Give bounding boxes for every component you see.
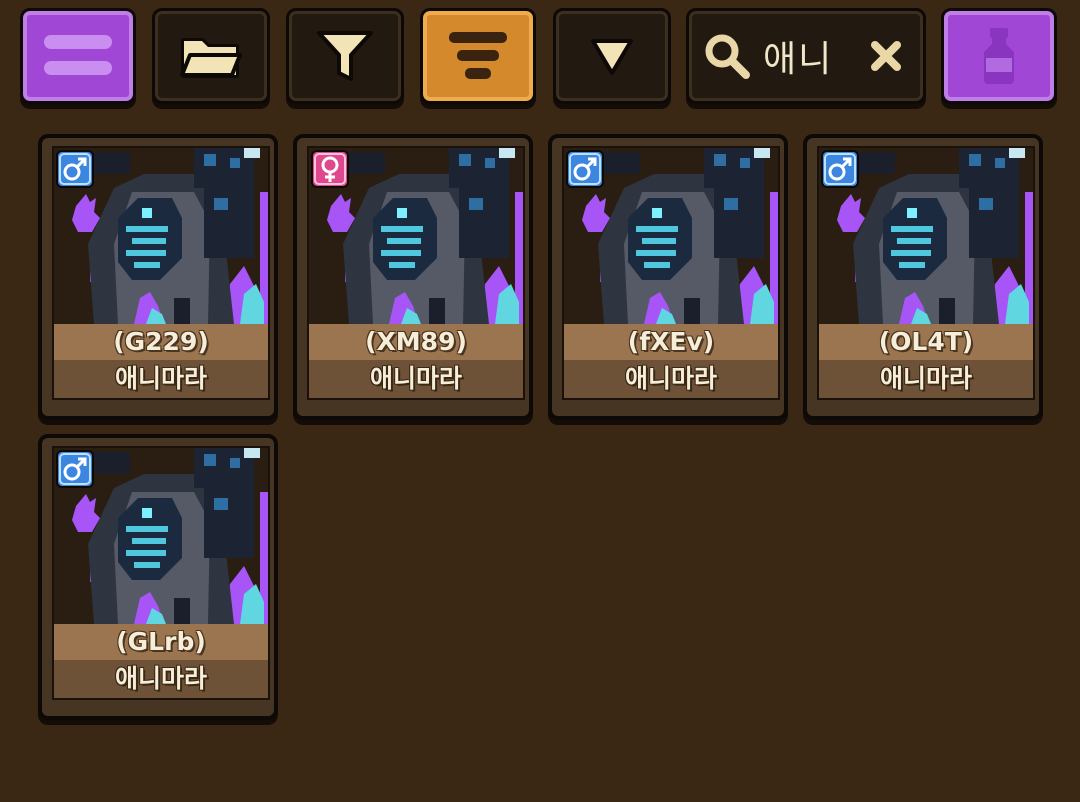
male-icon <box>566 150 604 188</box>
creature-id-label: (OL4T) <box>819 324 1033 360</box>
creature-card[interactable]: (OL4T) 애니마라 <box>803 134 1043 420</box>
creature-id-label: (G229) <box>54 324 268 360</box>
search-input[interactable]: 애니 <box>763 30 863 82</box>
creature-id-label: (GLrb) <box>54 624 268 660</box>
male-icon <box>821 150 859 188</box>
sort-icon <box>449 32 507 79</box>
male-icon <box>56 450 94 488</box>
creature-id-label: (XM89) <box>309 324 523 360</box>
card-frame: (OL4T) 애니마라 <box>817 146 1035 400</box>
creature-card[interactable]: (fXEv) 애니마라 <box>548 134 788 420</box>
male-icon <box>56 150 94 188</box>
creature-name-label: 애니마라 <box>819 360 1033 398</box>
creature-name-label: 애니마라 <box>54 660 268 698</box>
card-frame: (G229) 애니마라 <box>52 146 270 400</box>
creature-card[interactable]: (XM89) 애니마라 <box>293 134 533 420</box>
creature-name-label: 애니마라 <box>564 360 778 398</box>
search-field[interactable]: 애니 <box>686 8 926 104</box>
sort-button[interactable] <box>420 8 536 104</box>
search-icon <box>705 34 750 79</box>
potion-button[interactable] <box>941 8 1057 104</box>
creature-card[interactable]: (GLrb) 애니마라 <box>38 434 278 720</box>
card-frame: (GLrb) 애니마라 <box>52 446 270 700</box>
creature-name-label: 애니마라 <box>54 360 268 398</box>
filter-icon <box>317 31 373 81</box>
close-icon[interactable] <box>869 39 903 73</box>
triangle-down-icon <box>591 39 633 75</box>
card-frame: (XM89) 애니마라 <box>307 146 525 400</box>
menu-icon <box>44 35 112 75</box>
creature-id-label: (fXEv) <box>564 324 778 360</box>
creature-name-label: 애니마라 <box>309 360 523 398</box>
folder-icon <box>180 38 242 78</box>
menu-button[interactable] <box>20 8 136 104</box>
card-frame: (fXEv) 애니마라 <box>562 146 780 400</box>
potion-icon <box>984 28 1014 84</box>
folder-button[interactable] <box>152 8 270 104</box>
female-icon <box>311 150 349 188</box>
creature-card[interactable]: (G229) 애니마라 <box>38 134 278 420</box>
filter-button[interactable] <box>286 8 404 104</box>
dropdown-button[interactable] <box>553 8 671 104</box>
